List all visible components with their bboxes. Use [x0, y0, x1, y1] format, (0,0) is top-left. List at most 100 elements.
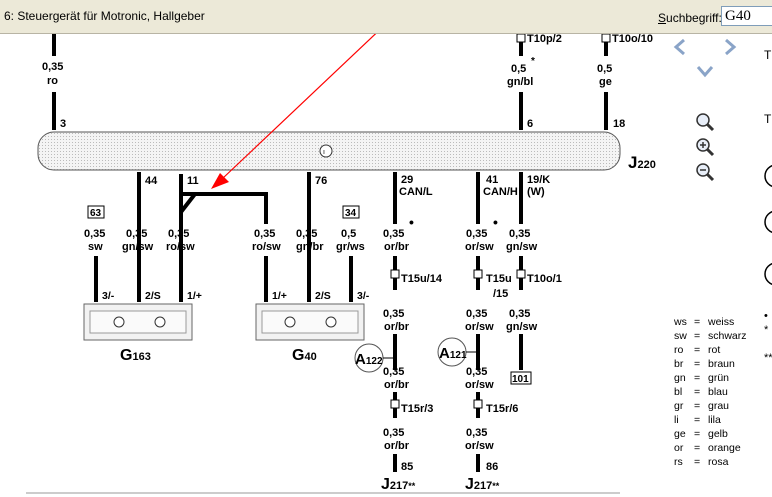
window-title: 6: Steuergerät für Motronic, Hallgeber: [4, 9, 205, 23]
svg-text:or/br: or/br: [384, 241, 410, 253]
svg-text:0,5: 0,5: [341, 228, 356, 240]
svg-text:0,35: 0,35: [383, 366, 404, 378]
top-wire-3-gauge: 0,5: [597, 63, 612, 75]
svg-text:or/sw: or/sw: [465, 379, 494, 391]
side-mark-star: *: [764, 324, 769, 336]
sensor-g40-label: G40: [292, 347, 317, 364]
chevron-down-icon[interactable]: [695, 61, 715, 81]
legend-row: gr = grau: [674, 400, 730, 412]
svg-text:2/S: 2/S: [145, 290, 161, 302]
svg-text:0,35: 0,35: [466, 308, 487, 320]
top-wire-1-gauge: 0,35: [42, 61, 63, 73]
top-wire-3: T10o/10 0,5 ge 18: [597, 34, 653, 130]
legend-row: bl = blau: [674, 386, 728, 398]
svg-text:T15u/14: T15u/14: [401, 273, 443, 285]
legend-row: or = orange: [674, 442, 741, 454]
svg-text:or/br: or/br: [384, 321, 410, 333]
svg-text:0,35: 0,35: [466, 228, 487, 240]
svg-text:/15: /15: [493, 288, 508, 300]
top-wire-3-connector: T10o/10: [612, 34, 653, 45]
pin-41: 41: [486, 174, 498, 186]
svg-text:101: 101: [512, 374, 529, 385]
can-h-column: 0,35 or/sw T15u /15 0,35 or/sw A121 0,35…: [437, 228, 518, 493]
svg-text:0,35: 0,35: [383, 427, 404, 439]
legend-row: ro = rot: [674, 344, 721, 356]
legend-row: rs = rosa: [674, 456, 729, 468]
svg-text:0,35: 0,35: [296, 228, 317, 240]
svg-text:gn/sw: gn/sw: [506, 321, 538, 333]
svg-text:•: •: [409, 214, 414, 230]
legend-row: ge = gelb: [674, 428, 728, 440]
side-mark-dstar: **: [764, 352, 772, 364]
svg-text:1/+: 1/+: [187, 290, 202, 302]
svg-text:or/sw: or/sw: [465, 321, 494, 333]
svg-text:86: 86: [486, 461, 498, 473]
sensor-g163: G163: [83, 303, 193, 364]
svg-text:ı: ı: [323, 149, 325, 156]
sensor-g163-label: G163: [120, 347, 151, 364]
pin-41-note: CAN/H: [483, 186, 518, 198]
svg-text:gr/ws: gr/ws: [336, 241, 365, 253]
title-bar: 6: Steuergerät für Motronic, Hallgeber S…: [0, 0, 772, 34]
top-wire-2-pin: 6: [527, 118, 533, 130]
svg-text:sw: sw: [88, 241, 103, 253]
svg-text:0,35: 0,35: [383, 228, 404, 240]
sensor-g40: G40: [255, 303, 365, 364]
sensor-pin-labels: 3/- 2/S 1/+ 1/+ 2/S 3/-: [102, 290, 370, 302]
top-wire-2-mark: *: [531, 56, 535, 67]
top-wire-1-color: ro: [47, 75, 58, 87]
svg-text:gn/br: gn/br: [296, 241, 324, 253]
search-input[interactable]: [721, 6, 772, 26]
svg-text:3/-: 3/-: [357, 290, 370, 302]
svg-text:gn/sw: gn/sw: [122, 241, 154, 253]
box-34: 34: [342, 205, 360, 219]
top-wire-3-color: ge: [599, 76, 612, 88]
svg-text:T15r/3: T15r/3: [401, 403, 433, 415]
pin-11: 11: [187, 175, 199, 187]
top-wire-2-connector: T10p/2: [527, 34, 562, 45]
can-l-column: 0,35 or/br T15u/14 0,35 or/br A122 0,35 …: [354, 228, 443, 493]
pin-19k-note: (W): [527, 186, 545, 198]
svg-text:0,35: 0,35: [383, 308, 404, 320]
svg-text:or/sw: or/sw: [465, 440, 494, 452]
svg-text:0,35: 0,35: [126, 228, 147, 240]
legend-row: li = lila: [674, 414, 721, 426]
side-letter-2: T: [764, 112, 772, 126]
legend-row: sw = schwarz: [674, 330, 747, 342]
magnifier-icon[interactable]: [695, 112, 715, 132]
legend-row: br = braun: [674, 358, 735, 370]
zoom-in-icon[interactable]: [695, 137, 715, 157]
ecu-label: J220: [628, 153, 656, 172]
ecu-j220: ı J220: [37, 131, 656, 172]
chevron-right-icon[interactable]: [720, 37, 740, 57]
svg-text:0,35: 0,35: [509, 308, 530, 320]
pin-29-note: CAN/L: [399, 186, 433, 198]
pin-44: 44: [145, 175, 158, 187]
svg-text:T10o/1: T10o/1: [527, 273, 562, 285]
svg-text:T15u: T15u: [486, 273, 512, 285]
side-circles: [764, 164, 772, 286]
svg-text:0,35: 0,35: [254, 228, 275, 240]
chevron-left-icon[interactable]: [670, 37, 690, 57]
top-wire-1: 0,35 ro 3: [42, 34, 66, 130]
zoom-out-icon[interactable]: [695, 162, 715, 182]
color-legend: ws = weiss sw = schwarz ro = rot br = braun gn = g…: [674, 315, 747, 469]
pin-76: 76: [315, 175, 327, 187]
svg-text:0,35: 0,35: [509, 228, 530, 240]
svg-text:J217**: J217**: [465, 476, 500, 493]
svg-text:1/+: 1/+: [272, 290, 287, 302]
pin-29: 29: [401, 174, 413, 186]
top-wire-2: T10p/2 * 0,5 gn/bl 6: [507, 34, 562, 130]
sensor-wires-lower: [94, 256, 353, 302]
svg-text:0,35: 0,35: [466, 427, 487, 439]
box-63: 63: [87, 205, 105, 219]
svg-text:63: 63: [90, 208, 102, 219]
top-wire-1-pin: 3: [60, 118, 66, 130]
svg-text:J217**: J217**: [381, 476, 416, 493]
svg-text:ro/sw: ro/sw: [166, 241, 195, 253]
svg-text:85: 85: [401, 461, 413, 473]
legend-row: ws = weiss: [674, 316, 735, 328]
search-label: Suchbegriff:: [658, 11, 722, 25]
pin-19k: 19/K: [527, 174, 550, 186]
svg-text:•: •: [493, 214, 498, 230]
